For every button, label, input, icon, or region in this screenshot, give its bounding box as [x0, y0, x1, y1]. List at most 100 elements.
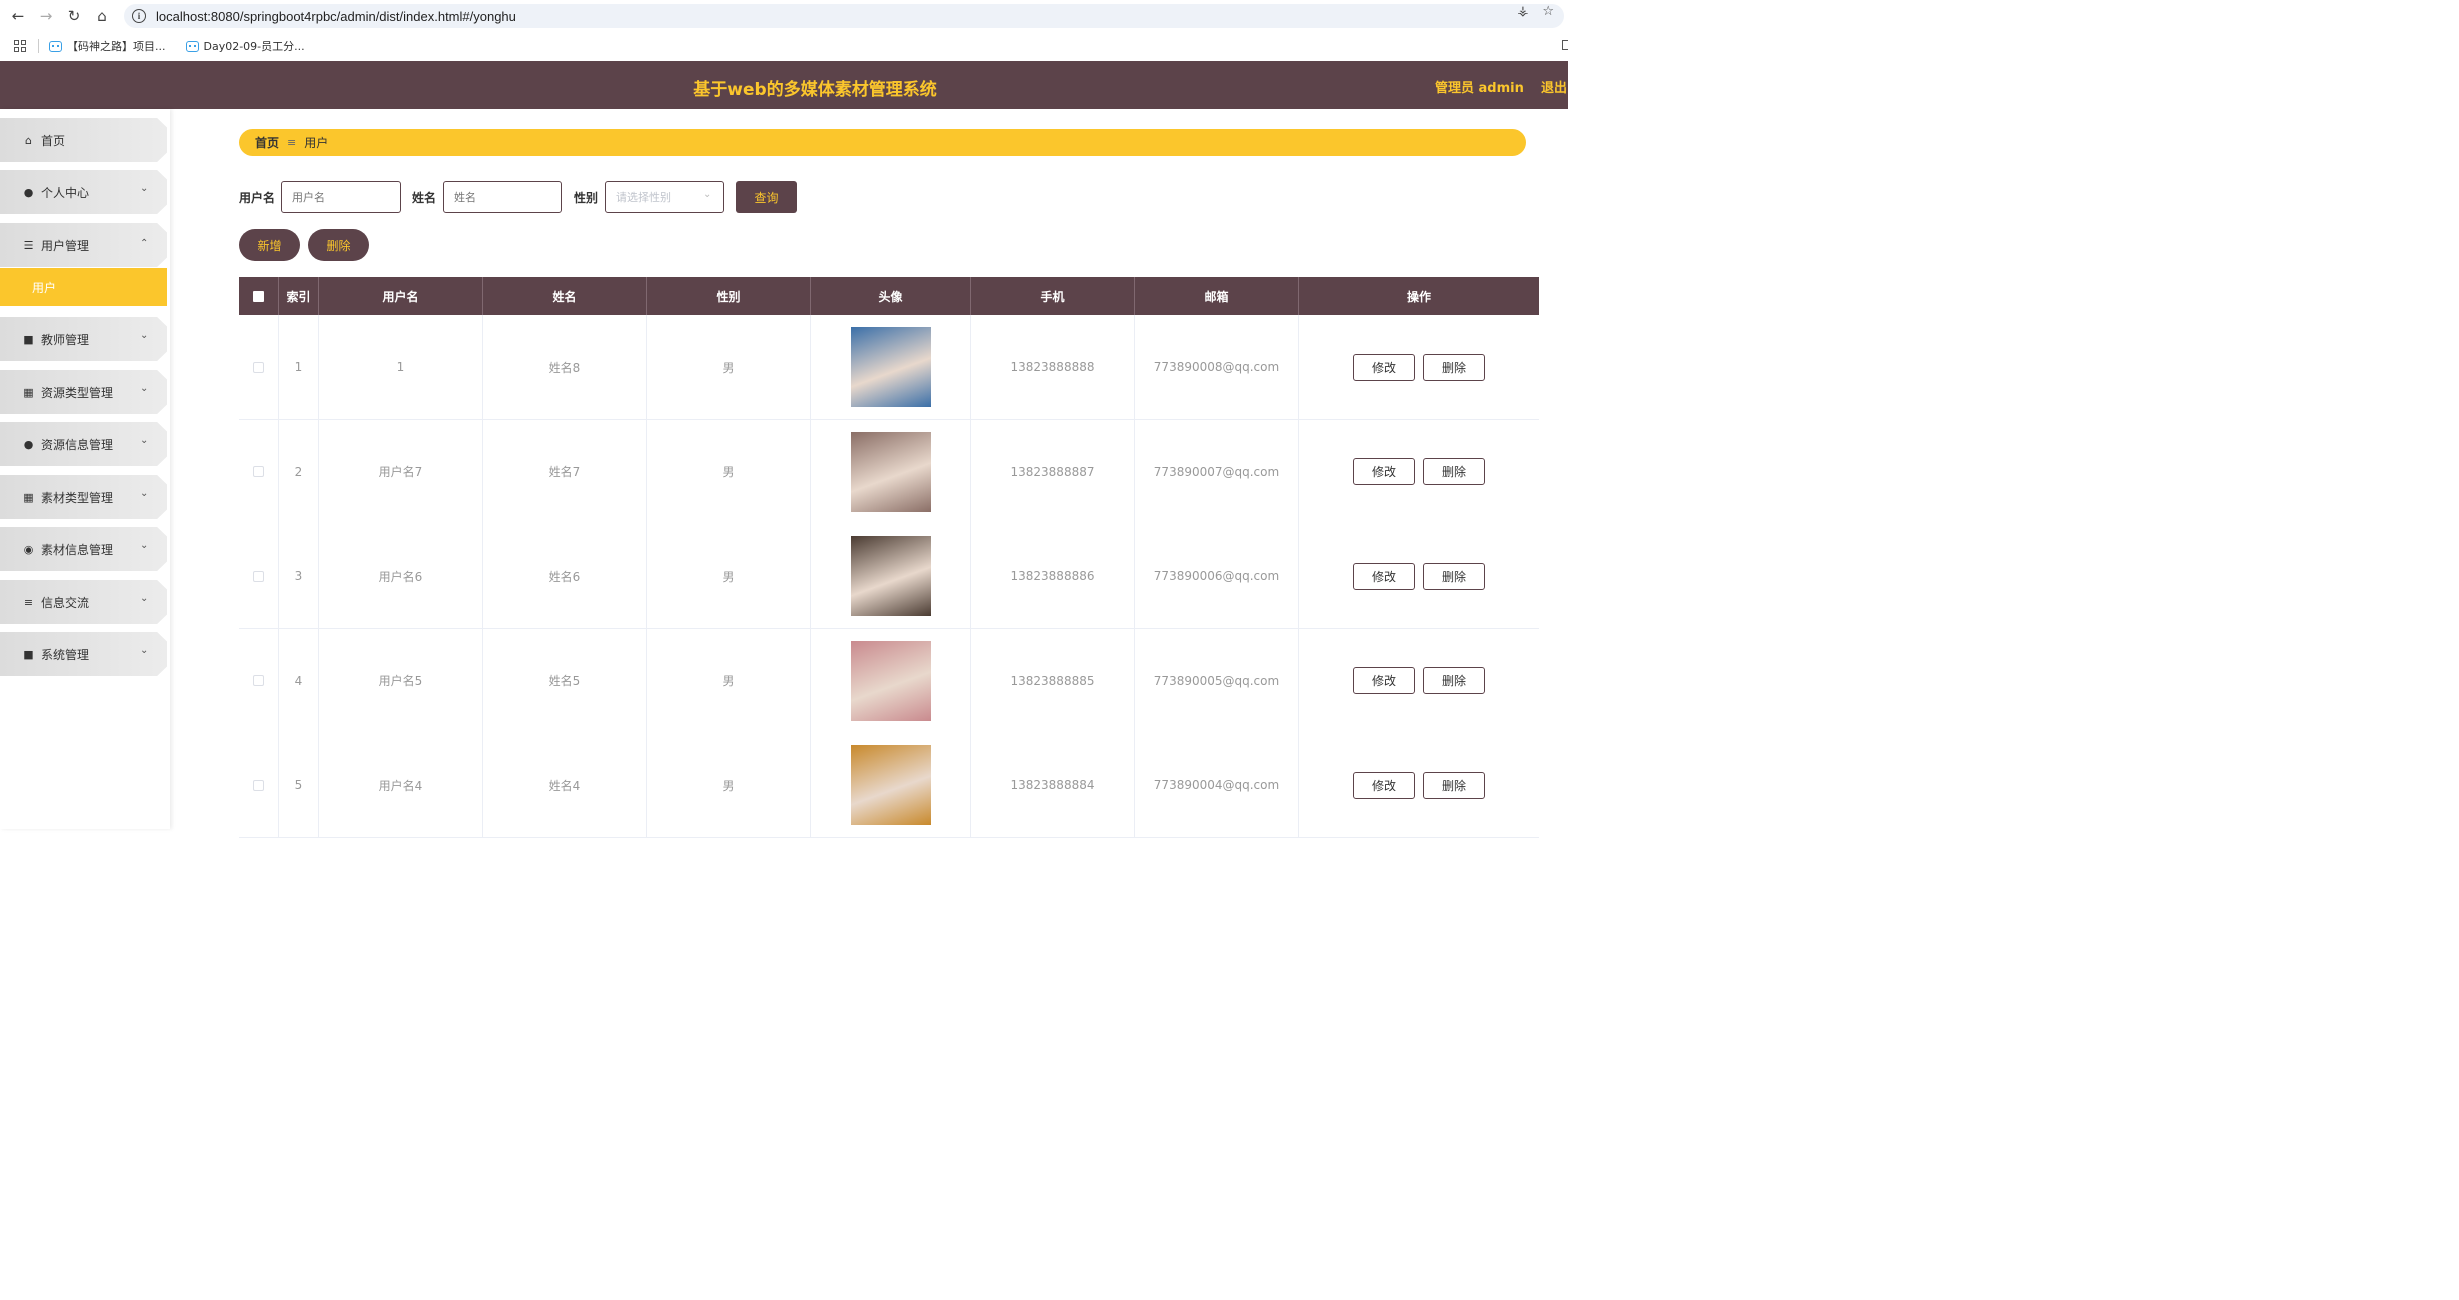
row-actions: 修改 删除 [1299, 315, 1539, 419]
table-cell-email: 773890007@qq.com [1135, 419, 1299, 524]
edit-button[interactable]: 修改 [1353, 667, 1415, 694]
sidebar-subitem-user[interactable]: 用户 [0, 268, 167, 306]
sidebar-item-material-type[interactable]: ▦ 素材类型管理 ⌄ [0, 475, 167, 519]
key-icon[interactable]: ⚶ [1517, 4, 1528, 19]
sidebar-item-system[interactable]: ■ 系统管理 ⌄ [0, 632, 167, 676]
delete-button[interactable]: 删除 [1423, 458, 1485, 485]
delete-button[interactable]: 删除 [1423, 562, 1485, 590]
chevron-down-icon: ⌄ [140, 645, 149, 656]
logout-link[interactable]: 退出 [1541, 77, 1567, 96]
home-icon: ⌂ [25, 133, 32, 147]
name-input[interactable] [443, 181, 562, 213]
delete-button[interactable]: 删除 [1423, 353, 1485, 381]
column-header: 手机 [971, 277, 1135, 315]
chevron-down-icon: ⌄ [703, 189, 712, 200]
row-checkbox[interactable] [253, 675, 264, 686]
avatar [850, 431, 931, 512]
bookmark-item[interactable]: 【码神之路】项目... [49, 38, 166, 54]
query-button[interactable]: 查询 [736, 181, 797, 213]
table-row: 2 用户名7 姓名7 男 13823888887 773890007@qq.com 修改 删除 [239, 419, 1539, 525]
table-cell-username: 用户名7 [319, 419, 483, 524]
all-bookmarks-icon[interactable] [1562, 40, 1568, 50]
forward-icon[interactable]: → [32, 2, 60, 30]
bookmark-divider [38, 39, 39, 53]
row-checkbox[interactable] [253, 361, 264, 373]
sidebar-item-teacher-management[interactable]: ■ 教师管理 ⌄ [0, 317, 167, 361]
row-checkbox[interactable] [253, 466, 264, 477]
breadcrumb-current: 用户 [304, 136, 329, 150]
select-all-cell [239, 277, 279, 315]
table-row: 5 用户名4 姓名4 男 13823888884 773890004@qq.com 修改 删除 [239, 733, 1539, 838]
bookmarks-bar: 【码神之路】项目... Day02-09-员工分... [0, 32, 1568, 60]
name-label: 姓名 [412, 191, 437, 205]
sidebar-item-user-management[interactable]: ☰ 用户管理 ⌃ [0, 223, 167, 267]
back-icon[interactable]: ← [4, 2, 32, 30]
sidebar-item-resource-type[interactable]: ▦ 资源类型管理 ⌄ [0, 370, 167, 414]
edit-button[interactable]: 修改 [1353, 562, 1415, 590]
avatar-cell [811, 315, 971, 419]
sidebar-item-home[interactable]: ⌂ 首页 [0, 118, 167, 162]
gender-label: 性别 [574, 191, 599, 205]
table-cell-index: 4 [279, 628, 319, 733]
edit-button[interactable]: 修改 [1353, 771, 1415, 799]
row-actions: 修改 删除 [1299, 733, 1539, 837]
column-header: 用户名 [319, 277, 483, 315]
row-select-cell [239, 315, 279, 419]
chevron-up-icon: ⌃ [140, 238, 149, 249]
user-icon: ● [23, 185, 34, 199]
sidebar-item-messages[interactable]: ≡ 信息交流 ⌄ [0, 580, 167, 624]
row-actions: 修改 删除 [1299, 524, 1539, 628]
table-cell-username: 1 [319, 315, 483, 419]
table-cell-name: 姓名6 [483, 524, 647, 628]
sidebar-item-material-info[interactable]: ◉ 素材信息管理 ⌄ [0, 527, 167, 571]
row-actions: 修改 删除 [1299, 420, 1539, 524]
row-checkbox[interactable] [253, 570, 264, 582]
edit-button[interactable]: 修改 [1353, 353, 1415, 381]
avatar [850, 640, 931, 721]
bookmark-label: Day02-09-员工分... [203, 40, 305, 53]
home-icon[interactable]: ⌂ [88, 2, 116, 30]
username-input[interactable] [281, 181, 401, 213]
row-select-cell [239, 628, 279, 733]
avatar-cell [811, 628, 971, 733]
app-header: 基于web的多媒体素材管理系统 管理员 admin 退出 [0, 61, 1568, 109]
breadcrumb: 首页 ≡ 用户 [239, 129, 1526, 156]
breadcrumb-home[interactable]: 首页 [255, 134, 279, 151]
row-checkbox[interactable] [253, 779, 264, 791]
table-cell-gender: 男 [647, 315, 811, 419]
clipboard-icon: ■ [23, 332, 34, 346]
table-cell-username: 用户名6 [319, 524, 483, 628]
bookmark-item[interactable]: Day02-09-员工分... [185, 38, 305, 54]
star-icon[interactable]: ☆ [1542, 4, 1554, 19]
table-cell-name: 姓名7 [483, 419, 647, 524]
select-all-checkbox[interactable] [253, 290, 264, 302]
sidebar-item-resource-info[interactable]: ● 资源信息管理 ⌄ [0, 422, 167, 466]
address-bar[interactable]: i localhost:8080/springboot4rpbc/admin/d… [124, 4, 1564, 28]
table-cell-phone: 13823888885 [971, 628, 1135, 733]
url-text[interactable]: localhost:8080/springboot4rpbc/admin/dis… [156, 9, 516, 24]
sidebar-item-label: 教师管理 [41, 332, 90, 347]
delete-button[interactable]: 删除 [1423, 667, 1485, 694]
table-cell-email: 773890004@qq.com [1135, 733, 1299, 837]
table-cell-index: 2 [279, 419, 319, 524]
chevron-down-icon: ⌄ [140, 435, 149, 446]
delete-button[interactable]: 删除 [1423, 771, 1485, 799]
bulk-delete-button[interactable]: 删除 [308, 229, 369, 261]
sidebar-item-label: 信息交流 [41, 595, 90, 610]
add-button[interactable]: 新增 [239, 229, 300, 261]
chevron-down-icon: ⌄ [140, 183, 149, 194]
reload-icon[interactable]: ↻ [60, 2, 88, 30]
avatar-cell [811, 733, 971, 837]
sidebar-item-label: 资源信息管理 [41, 437, 114, 452]
table-row: 1 1 姓名8 男 13823888888 773890008@qq.com 修改 删除 [239, 315, 1539, 420]
bookmark-label: 【码神之路】项目... [67, 40, 166, 53]
chart-icon: ▦ [23, 385, 34, 399]
site-info-icon[interactable]: i [132, 9, 146, 23]
edit-button[interactable]: 修改 [1353, 458, 1415, 485]
sidebar-item-label: 个人中心 [41, 185, 90, 200]
sidebar-item-profile[interactable]: ● 个人中心 ⌄ [0, 170, 167, 214]
chevron-down-icon: ⌄ [140, 383, 149, 394]
apps-icon[interactable] [14, 40, 26, 52]
chevron-down-icon: ⌄ [140, 488, 149, 499]
breadcrumb-separator-icon: ≡ [287, 136, 297, 149]
